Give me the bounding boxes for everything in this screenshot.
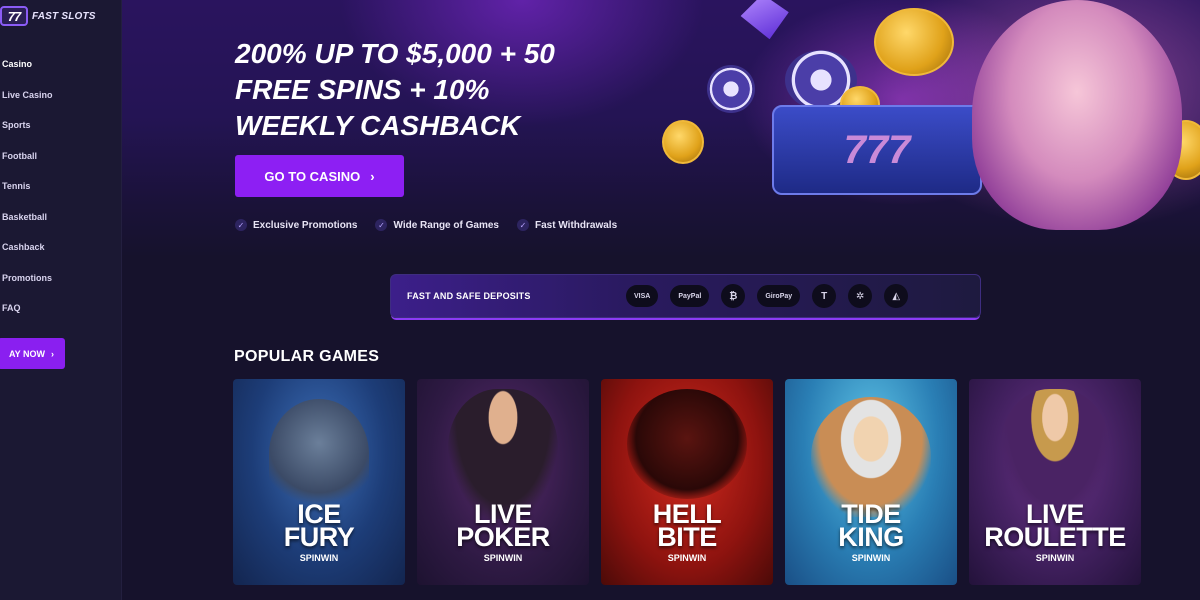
game-card-live-poker[interactable]: LIVE POKER SPINWIN	[417, 379, 589, 585]
feature-item: ✓ Exclusive Promotions	[235, 219, 357, 231]
sidebar-item-faq[interactable]: FAQ	[2, 302, 53, 333]
game-title: ICE FURY	[283, 499, 355, 552]
sidebar-item-promotions[interactable]: Promotions	[2, 272, 53, 303]
game-provider: SPINWIN	[667, 553, 707, 563]
visa-icon: VISA	[626, 285, 659, 307]
sidebar-item-tennis[interactable]: Tennis	[2, 180, 53, 211]
payment-methods: VISA PayPal ₿ GiroPay T ✲ ◭	[626, 284, 909, 308]
feature-item: ✓ Fast Withdrawals	[516, 219, 618, 231]
game-title: TIDE KING	[838, 499, 904, 552]
play-now-button[interactable]: AY NOW ›	[0, 338, 65, 369]
game-provider: SPINWIN	[1035, 553, 1075, 563]
chevron-right-icon: ›	[370, 168, 375, 184]
deposits-label: FAST AND SAFE DEPOSITS	[407, 291, 531, 301]
purple-gem-icon	[736, 0, 791, 42]
hero-banner: 777 200% UP TO $5,000 + 50 FREE SPINS + …	[122, 0, 1200, 258]
sidebar-item-football[interactable]: Football	[2, 150, 53, 181]
feature-item: ✓ Wide Range of Games	[375, 219, 499, 231]
game-provider: SPINWIN	[483, 553, 523, 563]
slot-reels-text: 777	[843, 127, 911, 172]
feature-label: Wide Range of Games	[393, 219, 499, 231]
zeus-character	[972, 0, 1182, 230]
game-card-tide-king[interactable]: TIDE KING SPINWIN	[785, 379, 957, 585]
page: 77 FAST SLOTS Casino Live Casino Sports …	[0, 0, 1200, 600]
sidebar-nav: Casino Live Casino Sports Football Tenni…	[2, 58, 53, 333]
game-card-hell-bite[interactable]: HELL BITE SPINWIN	[601, 379, 773, 585]
hero-features: ✓ Exclusive Promotions ✓ Wide Range of G…	[235, 219, 617, 231]
poker-chip-icon	[707, 65, 755, 113]
games-grid: ICE FURY SPINWIN LIVE POKER SPINWIN HELL…	[233, 379, 1141, 585]
hellhound-artwork	[627, 389, 747, 499]
popular-games-title: POPULAR GAMES	[234, 348, 380, 365]
logo-text: FAST SLOTS	[32, 10, 96, 22]
check-icon: ✓	[235, 219, 247, 231]
gold-coin-icon	[662, 120, 704, 164]
logo[interactable]: 77 FAST SLOTS	[0, 6, 96, 26]
bitcoin-icon: ₿	[721, 284, 746, 308]
game-title: LIVE POKER	[456, 499, 550, 552]
cardano-icon: ✲	[848, 284, 873, 308]
deposits-bar: FAST AND SAFE DEPOSITS VISA PayPal ₿ Gir…	[390, 274, 981, 318]
paypal-icon: PayPal	[670, 285, 710, 307]
slot-machine: 777	[772, 105, 982, 195]
gold-coin-icon	[874, 8, 954, 76]
sidebar: 77 FAST SLOTS Casino Live Casino Sports …	[0, 0, 122, 600]
game-provider: SPINWIN	[299, 553, 339, 563]
tron-icon: ◭	[884, 284, 909, 308]
game-title: LIVE ROULETTE	[984, 499, 1126, 552]
sidebar-item-live-casino[interactable]: Live Casino	[2, 89, 53, 120]
go-to-casino-button[interactable]: GO TO CASINO ›	[235, 155, 404, 197]
viking-artwork	[269, 399, 369, 509]
play-now-label: AY NOW	[8, 348, 45, 359]
sidebar-item-casino[interactable]: Casino	[2, 58, 53, 89]
feature-label: Exclusive Promotions	[253, 219, 358, 231]
check-icon: ✓	[375, 219, 388, 231]
sidebar-item-sports[interactable]: Sports	[2, 119, 53, 150]
chevron-right-icon: ›	[51, 348, 54, 359]
game-title: HELL BITE	[652, 499, 722, 552]
check-icon: ✓	[516, 219, 529, 231]
giropay-icon: GiroPay	[757, 285, 801, 307]
game-card-ice-fury[interactable]: ICE FURY SPINWIN	[233, 379, 405, 585]
go-to-casino-label: GO TO CASINO	[264, 168, 361, 184]
hero-title: 200% UP TO $5,000 + 50 FREE SPINS + 10% …	[235, 38, 555, 141]
logo-badge: 77	[0, 6, 28, 26]
feature-label: Fast Withdrawals	[534, 219, 618, 231]
game-provider: SPINWIN	[851, 553, 891, 563]
sidebar-item-cashback[interactable]: Cashback	[2, 241, 53, 272]
game-card-live-roulette[interactable]: LIVE ROULETTE SPINWIN	[969, 379, 1141, 585]
sidebar-item-basketball[interactable]: Basketball	[2, 211, 53, 242]
tether-icon: T	[812, 284, 837, 308]
